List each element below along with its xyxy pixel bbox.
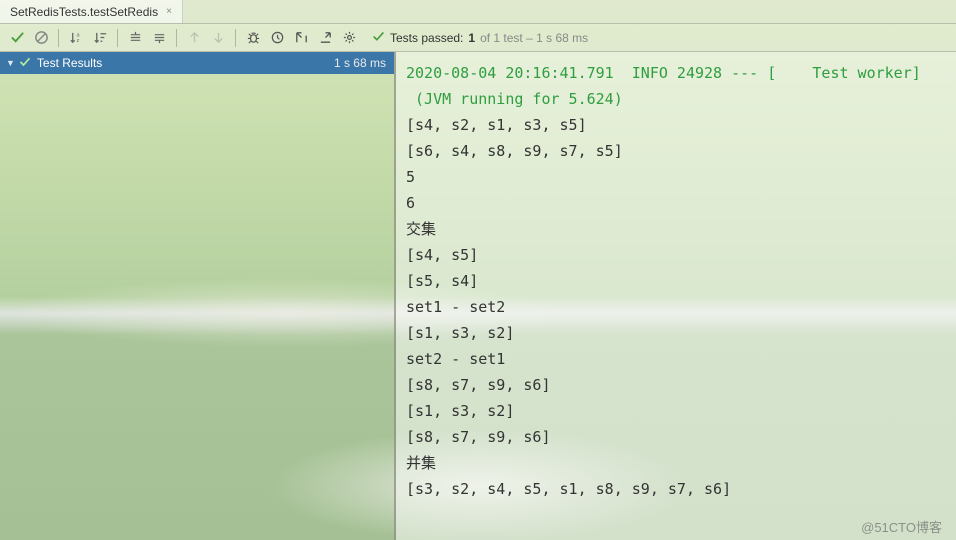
collapse-all-icon[interactable] bbox=[148, 27, 170, 49]
log-line: [s4, s5] bbox=[406, 246, 478, 264]
sort-az-icon[interactable]: az bbox=[65, 27, 87, 49]
tree-root-row[interactable]: ▼ Test Results 1 s 68 ms bbox=[0, 52, 394, 74]
check-icon bbox=[372, 30, 385, 46]
log-line: [s6, s4, s8, s9, s7, s5] bbox=[406, 142, 623, 160]
test-status-summary: Tests passed: 1 of 1 test – 1 s 68 ms bbox=[372, 30, 588, 46]
watermark: @51CTO博客 bbox=[861, 517, 942, 536]
pin-icon[interactable]: × bbox=[166, 6, 172, 17]
separator bbox=[58, 29, 59, 47]
down-icon[interactable] bbox=[207, 27, 229, 49]
log-line: [s4, s2, s1, s3, s5] bbox=[406, 116, 587, 134]
import-icon[interactable] bbox=[290, 27, 312, 49]
check-icon[interactable] bbox=[6, 27, 28, 49]
chevron-down-icon[interactable]: ▼ bbox=[6, 58, 15, 68]
history-icon[interactable] bbox=[266, 27, 288, 49]
summary-count: 1 bbox=[468, 31, 475, 45]
sort-duration-icon[interactable] bbox=[89, 27, 111, 49]
check-icon bbox=[19, 56, 31, 71]
log-line: [s8, s7, s9, s6] bbox=[406, 428, 551, 446]
tab-run-config[interactable]: SetRedisTests.testSetRedis × bbox=[0, 0, 183, 23]
tab-bar: SetRedisTests.testSetRedis × bbox=[0, 0, 956, 24]
log-line-jvm: (JVM running for 5.624) bbox=[406, 90, 623, 108]
separator bbox=[117, 29, 118, 47]
summary-rest: of 1 test – 1 s 68 ms bbox=[480, 31, 588, 45]
up-icon[interactable] bbox=[183, 27, 205, 49]
export-icon[interactable] bbox=[314, 27, 336, 49]
summary-prefix: Tests passed: bbox=[390, 31, 463, 45]
tree-root-time: 1 s 68 ms bbox=[334, 56, 386, 70]
log-line: set1 - set2 bbox=[406, 298, 505, 316]
log-line: [s1, s3, s2] bbox=[406, 402, 514, 420]
console-pre: 2020-08-04 20:16:41.791 INFO 24928 --- [… bbox=[406, 60, 946, 502]
test-tree-panel: ▼ Test Results 1 s 68 ms bbox=[0, 52, 394, 540]
bug-icon[interactable] bbox=[242, 27, 264, 49]
log-line: [s8, s7, s9, s6] bbox=[406, 376, 551, 394]
expand-all-icon[interactable] bbox=[124, 27, 146, 49]
main-area: ▼ Test Results 1 s 68 ms 2020-08-04 20:1… bbox=[0, 52, 956, 540]
log-line: [s1, s3, s2] bbox=[406, 324, 514, 342]
tab-label: SetRedisTests.testSetRedis bbox=[10, 5, 158, 19]
test-toolbar: az Tests passed: 1 of 1 test – 1 s 68 ms bbox=[0, 24, 956, 52]
log-line: 并集 bbox=[406, 454, 436, 472]
log-line: 5 bbox=[406, 168, 415, 186]
no-entry-icon[interactable] bbox=[30, 27, 52, 49]
tree-root-label: Test Results bbox=[37, 56, 334, 70]
log-line: 交集 bbox=[406, 220, 436, 238]
log-line: 6 bbox=[406, 194, 415, 212]
separator bbox=[235, 29, 236, 47]
console-output[interactable]: 2020-08-04 20:16:41.791 INFO 24928 --- [… bbox=[396, 52, 956, 540]
log-line-info: 2020-08-04 20:16:41.791 INFO 24928 --- [… bbox=[406, 64, 921, 82]
svg-text:z: z bbox=[76, 38, 79, 44]
separator bbox=[176, 29, 177, 47]
log-line: [s5, s4] bbox=[406, 272, 478, 290]
gear-icon[interactable] bbox=[338, 27, 360, 49]
log-line: [s3, s2, s4, s5, s1, s8, s9, s7, s6] bbox=[406, 480, 731, 498]
log-line: set2 - set1 bbox=[406, 350, 505, 368]
